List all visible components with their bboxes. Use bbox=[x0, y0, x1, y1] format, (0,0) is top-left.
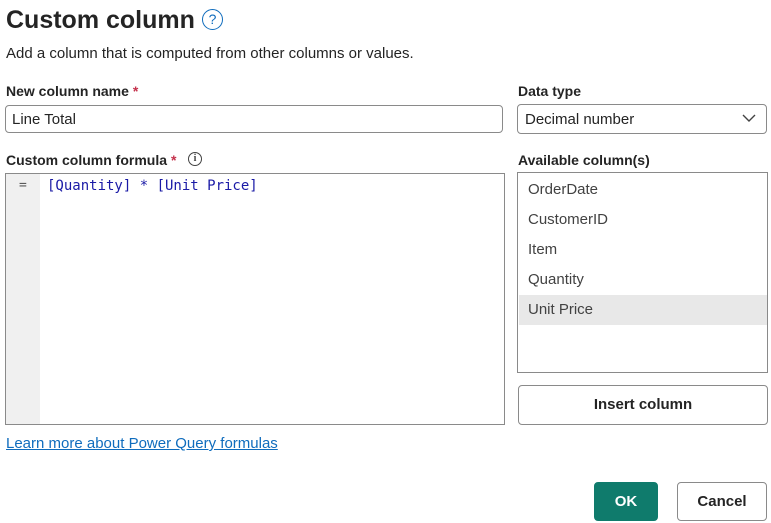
formula-label: Custom column formula * bbox=[6, 152, 176, 168]
ok-button[interactable]: OK bbox=[594, 482, 658, 521]
formula-code[interactable]: [Quantity] * [Unit Price] bbox=[47, 178, 258, 194]
learn-more-link[interactable]: Learn more about Power Query formulas bbox=[6, 435, 278, 452]
chevron-down-icon bbox=[742, 114, 756, 122]
required-marker: * bbox=[171, 152, 177, 168]
column-name-input[interactable]: Line Total bbox=[5, 105, 503, 133]
data-type-value: Decimal number bbox=[525, 111, 635, 128]
data-type-dropdown[interactable]: Decimal number bbox=[517, 104, 767, 134]
gutter-equals-sign: = bbox=[19, 178, 27, 193]
list-item[interactable]: Item bbox=[519, 235, 767, 265]
list-item[interactable]: CustomerID bbox=[519, 205, 767, 235]
formula-editor[interactable]: = [Quantity] * [Unit Price] bbox=[5, 173, 505, 425]
list-item[interactable]: Quantity bbox=[519, 265, 767, 295]
info-icon[interactable]: i bbox=[188, 152, 202, 166]
available-columns-list[interactable]: OrderDate CustomerID Item Quantity Unit … bbox=[517, 172, 768, 373]
formula-label-text: Custom column formula bbox=[6, 152, 168, 168]
dialog-subtitle: Add a column that is computed from other… bbox=[6, 45, 414, 62]
column-name-label-text: New column name bbox=[6, 83, 129, 99]
list-item-selected[interactable]: Unit Price bbox=[519, 295, 767, 325]
column-name-label: New column name * bbox=[6, 83, 138, 99]
data-type-label: Data type bbox=[518, 83, 582, 99]
editor-gutter: = bbox=[6, 174, 40, 424]
dialog-title: Custom column bbox=[6, 6, 195, 34]
required-marker: * bbox=[132, 83, 139, 99]
list-item[interactable]: OrderDate bbox=[519, 175, 767, 205]
question-circle-icon[interactable]: ? bbox=[202, 9, 223, 30]
available-columns-label: Available column(s) bbox=[518, 152, 650, 168]
insert-column-button[interactable]: Insert column bbox=[518, 385, 768, 425]
cancel-button[interactable]: Cancel bbox=[677, 482, 767, 521]
